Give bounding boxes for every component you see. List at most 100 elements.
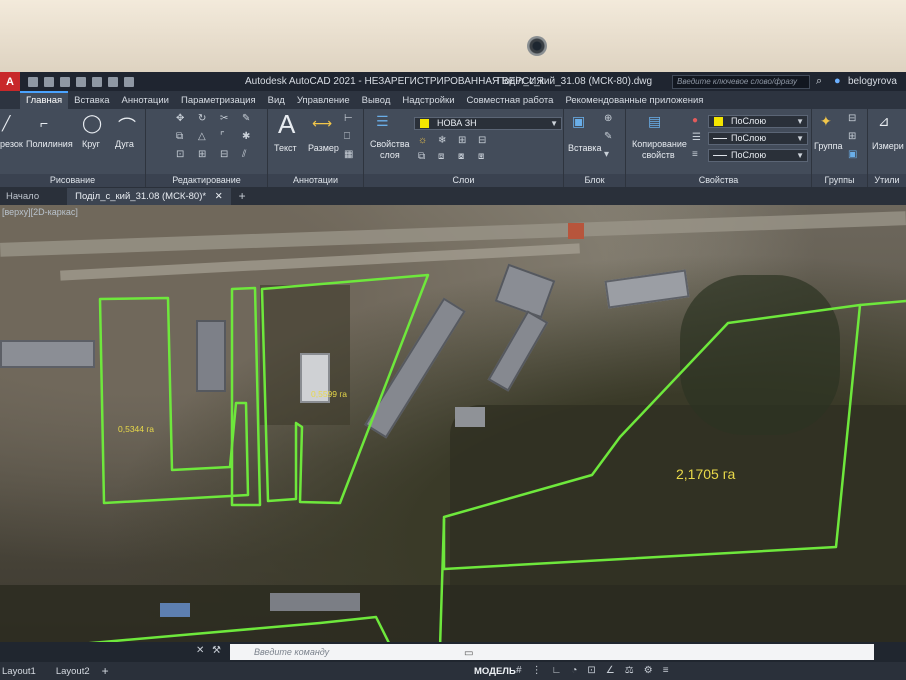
osnap-icon[interactable]: ⊡ xyxy=(587,665,595,676)
layer-on-icon[interactable]: ☼ xyxy=(418,135,427,146)
fillet-icon[interactable]: ⌜ xyxy=(220,131,225,142)
line-tool-icon[interactable]: ╱ xyxy=(2,115,10,132)
plot-boundaries[interactable]: 0,5344 га 0,5599 га 2,1705 га xyxy=(0,205,906,642)
new-tab-icon[interactable]: + xyxy=(231,189,246,203)
groups-panel-title[interactable]: Группы xyxy=(812,174,867,187)
keyword-search-input[interactable]: Введите ключевое слово/фразу xyxy=(672,75,810,89)
customization-icon[interactable]: ≡ xyxy=(663,665,669,676)
match-properties-line1[interactable]: Копирование xyxy=(632,139,687,149)
plot-boundary-4[interactable] xyxy=(442,303,862,571)
close-tab-icon[interactable]: ✕ xyxy=(215,191,223,202)
model-space-button[interactable]: МОДЕЛЬ xyxy=(474,666,516,677)
group-edit-icon[interactable]: ⊞ xyxy=(848,131,856,142)
undo-icon[interactable] xyxy=(108,76,118,87)
text-icon[interactable]: A xyxy=(278,109,295,140)
save-as-icon[interactable] xyxy=(76,76,86,87)
layer-properties-icon[interactable]: ☰ xyxy=(376,113,389,130)
modify-panel-title[interactable]: Редактирование xyxy=(146,174,267,187)
annotation-scale-icon[interactable]: ⚖ xyxy=(625,665,634,676)
trim-icon[interactable]: ✂ xyxy=(220,113,228,124)
layer-properties-line2[interactable]: слоя xyxy=(380,150,400,160)
tab-parametric[interactable]: Параметризация xyxy=(175,93,262,109)
cut-button-label[interactable]: резок xyxy=(0,139,23,149)
circle-icon[interactable]: ◯ xyxy=(82,113,102,134)
block-panel-title[interactable]: Блок xyxy=(564,174,625,187)
polyline-icon[interactable]: ⌐ xyxy=(40,115,48,131)
draw-panel-title[interactable]: Рисование xyxy=(0,174,145,187)
tab-output[interactable]: Вывод xyxy=(356,93,397,109)
workspace-gear-icon[interactable]: ⚙ xyxy=(644,665,653,676)
viewport-controls[interactable]: [верху][2D-каркас] xyxy=(2,207,78,217)
tab-view[interactable]: Вид xyxy=(262,93,291,109)
search-icon[interactable]: ⌕ xyxy=(816,75,822,88)
layer-match-icon[interactable]: ⧉ xyxy=(418,151,425,162)
match-properties-icon[interactable]: ▤ xyxy=(648,113,661,130)
polyline-button[interactable]: Полилиния xyxy=(26,139,73,149)
layer-isolate-icon[interactable]: ⊟ xyxy=(478,135,486,146)
plot-boundary-1[interactable] xyxy=(98,296,250,505)
tab-layout1[interactable]: Layout1 xyxy=(0,666,46,677)
close-command-line-icon[interactable]: ✕ xyxy=(196,645,204,656)
layer-dropdown[interactable]: НОВА ЗН ▼ xyxy=(414,117,562,130)
app-logo-button[interactable]: A xyxy=(0,72,20,91)
move-icon[interactable]: ✥ xyxy=(176,113,184,124)
layer-properties-line1[interactable]: Свойства xyxy=(370,139,410,149)
match-properties-line2[interactable]: свойств xyxy=(642,150,675,160)
snap-icon[interactable]: ⋮ xyxy=(532,665,542,676)
polar-icon[interactable]: ◔ xyxy=(571,665,577,676)
measure-button[interactable]: Измери xyxy=(872,141,904,151)
layer-previous-icon[interactable]: ⧈ xyxy=(438,151,444,162)
insert-block-button[interactable]: Вставка xyxy=(568,143,601,153)
block-attribute-icon[interactable]: ▾ xyxy=(604,149,609,160)
ungroup-icon[interactable]: ⊟ xyxy=(848,113,856,124)
command-input[interactable]: ▭ Введите команду xyxy=(230,644,874,660)
layer-lock-icon[interactable]: ⊞ xyxy=(458,135,466,146)
arc-button[interactable]: Дуга xyxy=(115,139,134,149)
open-file-icon[interactable] xyxy=(44,76,54,87)
tab-start[interactable]: Начало xyxy=(0,191,67,202)
grid-icon[interactable]: # xyxy=(516,665,522,676)
create-block-icon[interactable]: ⊕ xyxy=(604,113,612,124)
circle-button[interactable]: Круг xyxy=(82,139,100,149)
user-name[interactable]: belogyrova xyxy=(848,76,897,87)
plot-icon[interactable] xyxy=(92,76,102,87)
utilities-panel-title[interactable]: Утили xyxy=(868,174,906,187)
explode-icon[interactable]: ✱ xyxy=(242,131,250,142)
mirror-icon[interactable]: △ xyxy=(198,131,206,142)
insert-block-icon[interactable]: ▣ xyxy=(572,113,585,130)
offset-icon[interactable]: ⫽ xyxy=(242,149,246,160)
layers-panel-title[interactable]: Слои xyxy=(364,174,563,187)
group-button[interactable]: Группа xyxy=(814,141,843,151)
lineweight-dropdown[interactable]: ПоСлою ▼ xyxy=(708,132,808,145)
layer-walk-icon[interactable]: ⧇ xyxy=(458,151,464,162)
copy-icon[interactable]: ⧉ xyxy=(176,131,183,142)
mtext-icon[interactable]: ⎕ xyxy=(344,131,350,142)
tab-annotate[interactable]: Аннотации xyxy=(115,93,175,109)
tab-featured-apps[interactable]: Рекомендованные приложения xyxy=(559,93,709,109)
arc-icon[interactable]: ⌒ xyxy=(118,113,136,139)
erase-icon[interactable]: ✎ xyxy=(242,113,250,124)
new-file-icon[interactable] xyxy=(28,76,38,87)
layer-merge-icon[interactable]: ⧆ xyxy=(478,151,484,162)
otrack-icon[interactable]: ∠ xyxy=(606,665,615,676)
tab-manage[interactable]: Управление xyxy=(291,93,356,109)
ortho-icon[interactable]: ∟ xyxy=(552,665,562,676)
tab-insert[interactable]: Вставка xyxy=(68,93,115,109)
tab-active-drawing[interactable]: Поділ_с_кий_31.08 (МСК-80)* ✕ xyxy=(67,187,231,205)
group-icon[interactable]: ✦ xyxy=(820,113,832,130)
user-icon[interactable]: ● xyxy=(834,75,841,87)
properties-panel-title[interactable]: Свойства xyxy=(626,174,811,187)
linetype-dropdown[interactable]: ПоСлою ▼ xyxy=(708,149,808,162)
add-layout-icon[interactable]: + xyxy=(100,664,119,678)
layer-freeze-icon[interactable]: ❄ xyxy=(438,135,446,146)
text-button[interactable]: Текст xyxy=(274,143,297,153)
color-dropdown[interactable]: ПоСлою ▼ xyxy=(708,115,808,128)
plot-boundary-6[interactable] xyxy=(859,299,906,307)
tab-collaborate[interactable]: Совместная работа xyxy=(461,93,560,109)
dimension-button[interactable]: Размер xyxy=(308,143,339,153)
array-icon[interactable]: ⊟ xyxy=(220,149,228,160)
tab-layout2[interactable]: Layout2 xyxy=(46,666,100,677)
tab-home[interactable]: Главная xyxy=(20,91,69,109)
leader-icon[interactable]: ⊢ xyxy=(344,113,353,124)
plot-boundary-5[interactable] xyxy=(0,518,446,642)
